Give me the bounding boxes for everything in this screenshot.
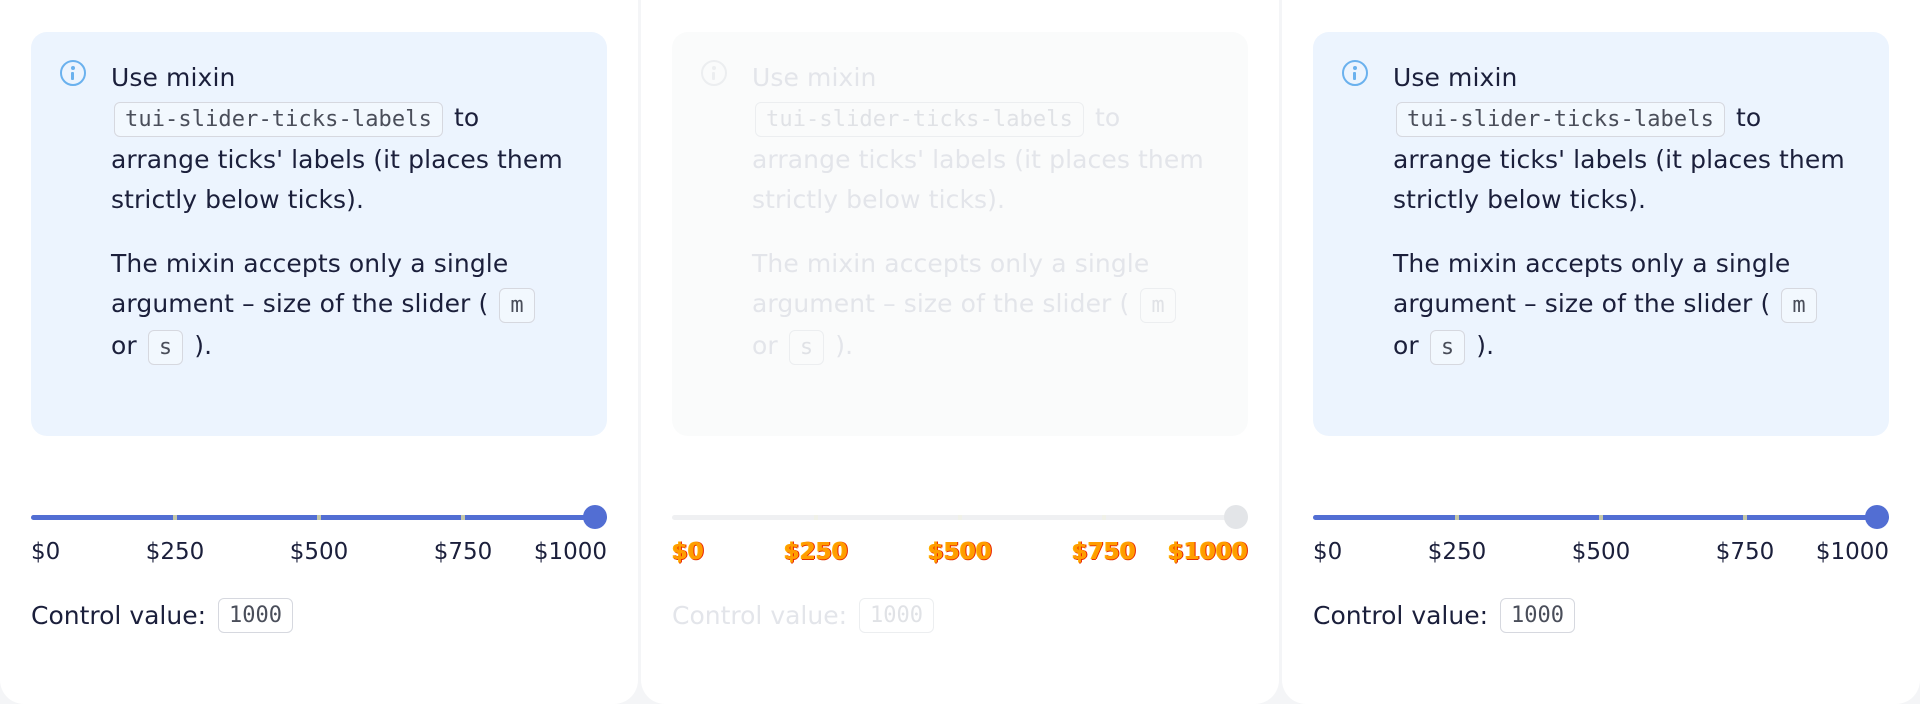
para2-start-text: The mixin accepts only a single argument… [1393, 249, 1791, 318]
tick-label: $250 [145, 539, 205, 565]
size-m-code: m [499, 288, 535, 323]
tick-label: $0 [31, 539, 61, 565]
tick-label: $0 [672, 539, 705, 565]
size-m-code: m [1781, 288, 1817, 323]
slider-thumb [1224, 505, 1248, 529]
example-panel-1: Use mixin tui-slider-ticks-labels to arr… [0, 0, 638, 704]
control-value: Control value: 1000 [31, 598, 296, 633]
info-notification: Use mixin tui-slider-ticks-labels to arr… [672, 32, 1248, 436]
control-value: Control value: 1000 [672, 598, 937, 633]
control-value-label: Control value: [672, 601, 848, 630]
or-text: or [1393, 331, 1419, 360]
info-notification: Use mixin tui-slider-ticks-labels to arr… [31, 32, 607, 436]
slider-tick [1599, 515, 1603, 520]
para2-end-text: ). [1476, 331, 1495, 360]
slider-tick [461, 515, 465, 520]
intro-text: Use mixin [111, 63, 236, 92]
info-icon [60, 60, 86, 86]
notification-text: Use mixin tui-slider-ticks-labels to arr… [752, 58, 1212, 392]
para2-start-text: The mixin accepts only a single argument… [111, 249, 509, 318]
size-s-code: s [1429, 330, 1466, 365]
or-text: or [752, 331, 778, 360]
range-slider-disabled: $0 $250 $500 $750 $1000 [672, 503, 1248, 565]
tick-label: $500 [289, 539, 349, 565]
tick-label: $1000 [533, 539, 607, 565]
slider-tick [814, 515, 818, 520]
tick-label: $1000 [1815, 539, 1889, 565]
tick-label: $250 [783, 539, 849, 565]
tick-label: $500 [927, 539, 993, 565]
size-m-code: m [1140, 288, 1176, 323]
control-value-code: 1000 [1500, 598, 1576, 633]
range-slider[interactable]: $0 $250 $500 $750 $1000 [1313, 503, 1889, 565]
slider-tick [958, 515, 962, 520]
tick-label: $250 [1427, 539, 1487, 565]
info-notification: Use mixin tui-slider-ticks-labels to arr… [1313, 32, 1889, 436]
control-value-code: 1000 [859, 598, 935, 633]
control-value: Control value: 1000 [1313, 598, 1578, 633]
size-s-code: s [788, 330, 825, 365]
notification-text: Use mixin tui-slider-ticks-labels to arr… [1393, 58, 1853, 392]
info-icon [1342, 60, 1368, 86]
info-icon [701, 60, 727, 86]
or-text: or [111, 331, 137, 360]
slider-thumb[interactable] [583, 505, 607, 529]
slider-tick [1102, 515, 1106, 520]
tick-label: $750 [433, 539, 493, 565]
range-slider[interactable]: $0 $250 $500 $750 $1000 [31, 503, 607, 565]
tick-label: $750 [1715, 539, 1775, 565]
slider-thumb[interactable] [1865, 505, 1889, 529]
control-value-code: 1000 [218, 598, 294, 633]
slider-tick [1743, 515, 1747, 520]
slider-tick [317, 515, 321, 520]
para2-start-text: The mixin accepts only a single argument… [752, 249, 1150, 318]
intro-text: Use mixin [752, 63, 877, 92]
tick-label: $500 [1571, 539, 1631, 565]
para2-end-text: ). [194, 331, 213, 360]
tick-label: $1000 [1167, 539, 1248, 565]
notification-text: Use mixin tui-slider-ticks-labels to arr… [111, 58, 571, 392]
mixin-code: tui-slider-ticks-labels [1396, 102, 1725, 137]
example-panel-2-disabled: Use mixin tui-slider-ticks-labels to arr… [641, 0, 1279, 704]
slider-tick [173, 515, 177, 520]
slider-tick [1455, 515, 1459, 520]
tick-label: $0 [1313, 539, 1343, 565]
control-value-label: Control value: [1313, 601, 1489, 630]
mixin-code: tui-slider-ticks-labels [755, 102, 1084, 137]
para2-end-text: ). [835, 331, 854, 360]
control-value-label: Control value: [31, 601, 207, 630]
intro-text: Use mixin [1393, 63, 1518, 92]
mixin-code: tui-slider-ticks-labels [114, 102, 443, 137]
example-panel-3: Use mixin tui-slider-ticks-labels to arr… [1282, 0, 1920, 704]
tick-label: $750 [1071, 539, 1137, 565]
size-s-code: s [147, 330, 184, 365]
